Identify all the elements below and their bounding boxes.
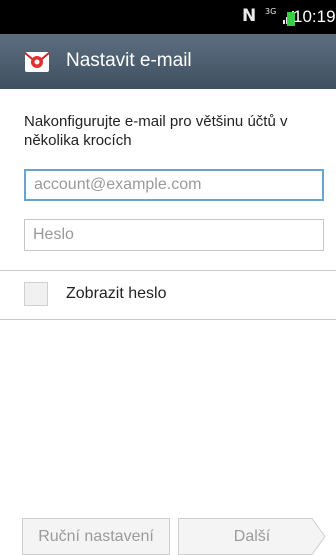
email-field[interactable] [24, 169, 324, 201]
password-field[interactable] [24, 219, 324, 251]
next-button[interactable]: Další [178, 518, 326, 555]
show-password-checkbox[interactable] [24, 282, 48, 306]
email-app-icon[interactable] [24, 49, 50, 75]
show-password-label[interactable]: Zobrazit heslo [66, 285, 167, 303]
next-label: Další [233, 527, 271, 545]
divider [0, 270, 336, 271]
network-type-label: 3G [265, 7, 277, 16]
manual-setup-label: Ruční nastavení [38, 527, 154, 545]
divider [0, 319, 336, 320]
status-time: 10:19 [293, 7, 336, 26]
manual-setup-button[interactable]: Ruční nastavení [22, 518, 170, 555]
instructions-text: Nakonfigurujte e-mail pro většinu účtů v… [24, 113, 288, 149]
action-bar: Nastavit e-mail [0, 34, 336, 89]
notification-n-icon: N [242, 6, 257, 26]
status-bar: N 3G 10:19 [0, 0, 336, 34]
page-title: Nastavit e-mail [66, 50, 192, 71]
